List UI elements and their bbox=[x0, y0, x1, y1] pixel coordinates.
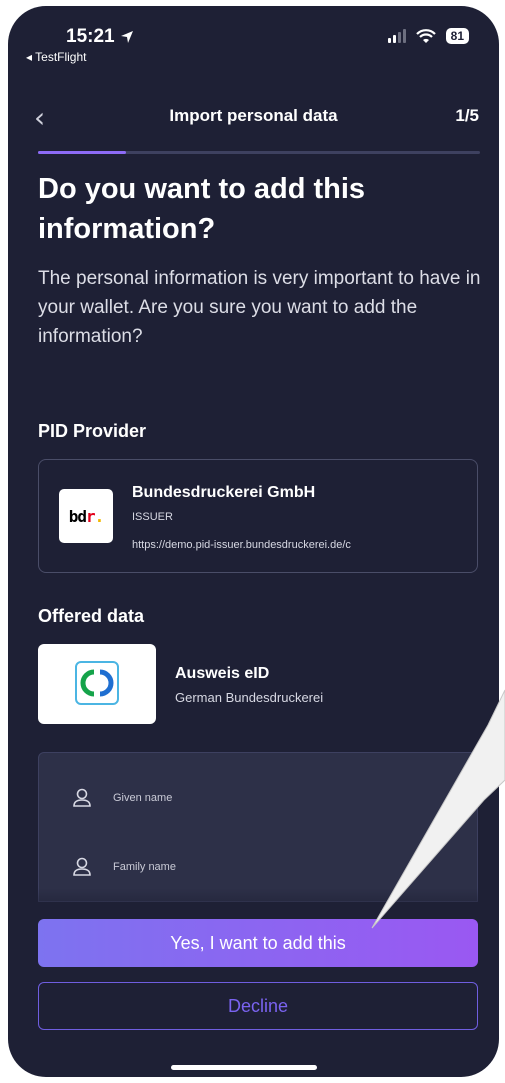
tooltip-pointer bbox=[371, 689, 505, 929]
